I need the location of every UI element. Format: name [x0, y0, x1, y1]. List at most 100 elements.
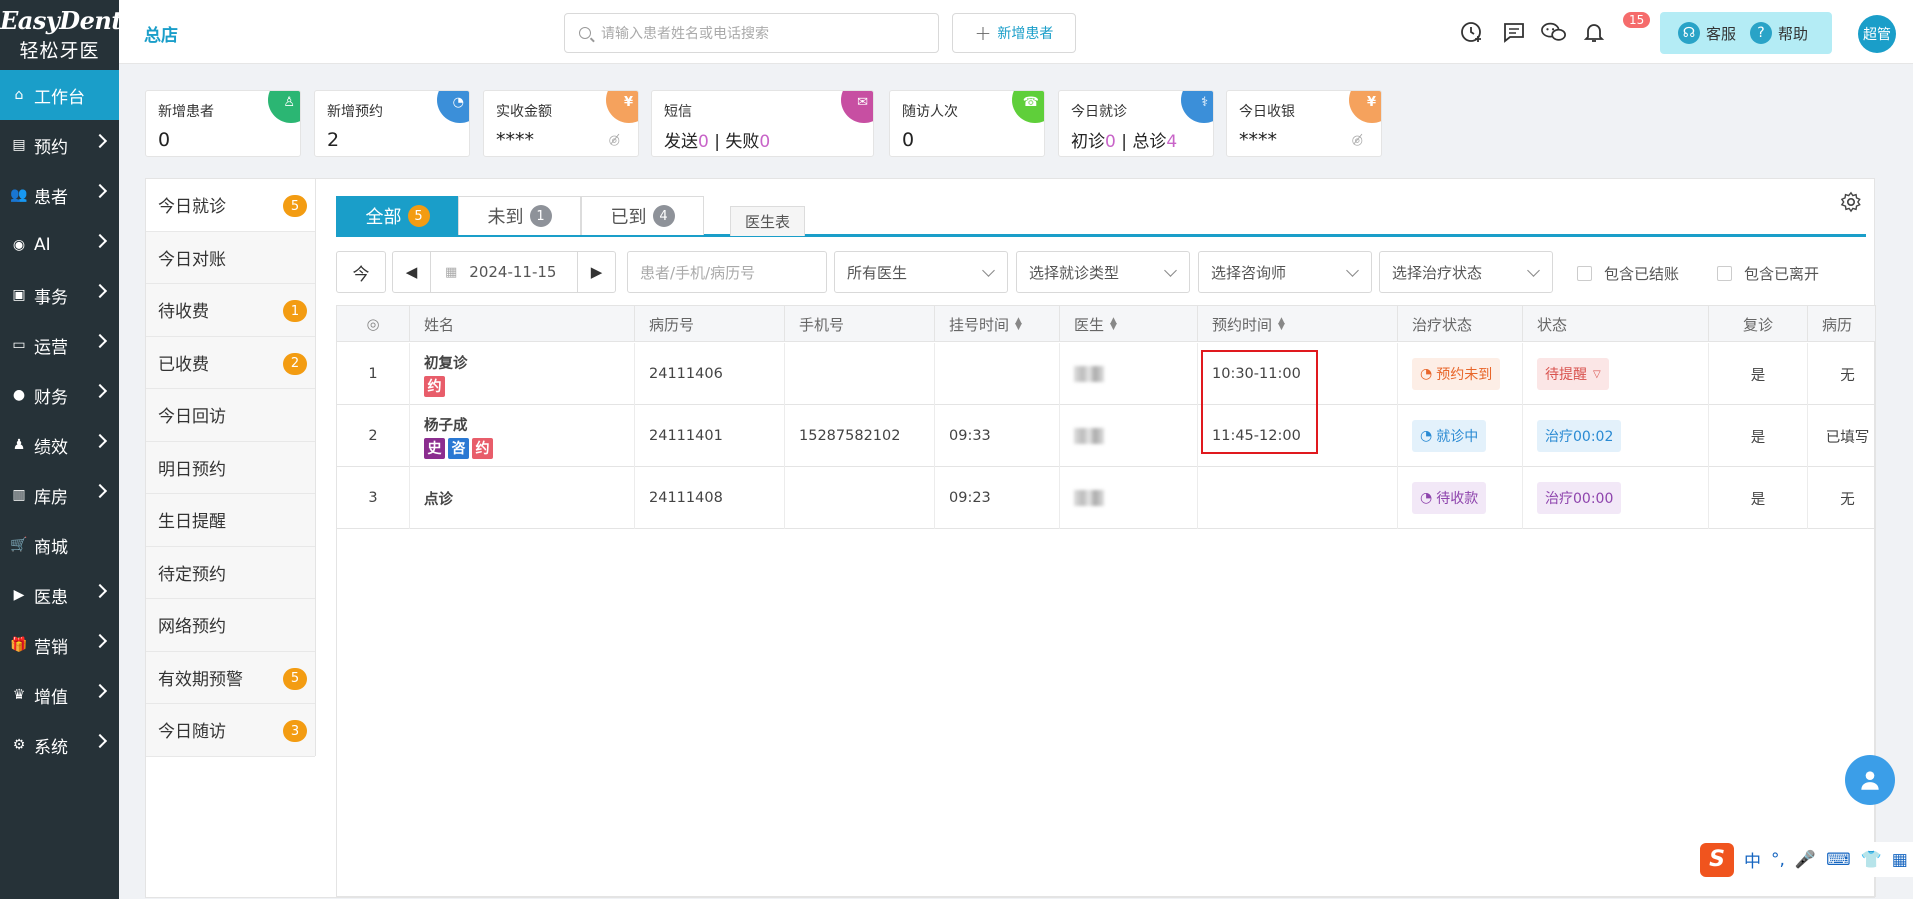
grid-icon[interactable]: ▦	[1892, 850, 1908, 870]
sogou-logo[interactable]: S	[1700, 842, 1734, 877]
left-menu-item-3[interactable]: 已收费 2	[146, 336, 315, 389]
ime-mode[interactable]: 中	[1744, 847, 1761, 872]
microphone-icon[interactable]: 🎤	[1795, 850, 1816, 870]
table-cell: 09:23	[935, 467, 1060, 529]
treatment-status-select[interactable]: 选择治疗状态	[1379, 251, 1553, 293]
left-menu-item-6[interactable]: 生日提醒	[146, 494, 315, 547]
left-menu-item-1[interactable]: 今日对账	[146, 231, 315, 284]
help-box: ☊ 客服 ? 帮助	[1660, 12, 1832, 54]
sort-icon[interactable]: ▲ ▼	[1110, 317, 1117, 332]
patient-name[interactable]: 杨子成	[424, 414, 468, 435]
stat-card-3[interactable]: 短信 发送0 | 失败0 ✉	[651, 90, 874, 157]
treatment-status-badge[interactable]: ◔ 就诊中	[1412, 420, 1487, 452]
stat-card-5[interactable]: 今日就诊 初诊0 | 总诊4 ⚕	[1058, 90, 1214, 157]
column-header[interactable]: 挂号时间 ▲ ▼	[935, 306, 1060, 342]
date-value[interactable]: 2024-11-15	[469, 263, 556, 281]
treatment-status-badge[interactable]: ◔ 预约未到	[1412, 358, 1501, 390]
patient-name[interactable]: 初复诊	[424, 352, 468, 373]
sidebar-item-12[interactable]: ♛ 增值	[0, 670, 119, 720]
search-input[interactable]: 请输入患者姓名或电话搜索	[564, 13, 939, 53]
sidebar-item-9[interactable]: 🛒 商城	[0, 520, 119, 570]
sidebar-item-4[interactable]: ▣ 事务	[0, 270, 119, 320]
status-badge[interactable]: 治疗00:02	[1537, 420, 1622, 452]
add-patient-button[interactable]: + 新增患者	[952, 13, 1076, 53]
table-row[interactable]: 2 杨子成史咨约 24111401 15287582102 09:33 11:45-12:…	[337, 405, 1875, 467]
sidebar: EasyDent 轻松牙医 ⌂ 工作台 ▤ 预约 👥 患者 ◉ AI ▣ 事务 ▭ 运营 ● 财务 ♟ 绩效 ▥…	[0, 0, 122, 899]
search-placeholder: 请输入患者姓名或电话搜索	[601, 26, 769, 42]
left-menu-item-9[interactable]: 有效期预警 5	[146, 651, 315, 704]
include-left-checkbox[interactable]: 包含已离开	[1717, 263, 1819, 284]
stat-card-4[interactable]: 随访人次 0 ☎	[889, 90, 1045, 157]
chevron-right-icon	[92, 633, 108, 649]
table-row[interactable]: 3 点诊 24111408 09:23 ◔ 待收款 治疗00:00 是 无	[337, 467, 1875, 529]
left-menu-label: 网络预约	[158, 617, 226, 638]
skin-icon[interactable]: 👕	[1861, 850, 1882, 870]
sidebar-item-10[interactable]: ▶ 医患	[0, 570, 119, 620]
target-icon: ◎	[366, 315, 380, 333]
treatment-status-badge[interactable]: ◔ 待收款	[1412, 482, 1487, 514]
eye-off-icon[interactable]: ◎̸	[1352, 133, 1363, 148]
sidebar-item-11[interactable]: 🎁 营销	[0, 620, 119, 670]
wechat-icon[interactable]	[1541, 19, 1567, 45]
sidebar-item-13[interactable]: ⚙ 系统	[0, 720, 119, 770]
sidebar-item-2[interactable]: 👥 患者	[0, 170, 119, 220]
doctor-table-tab[interactable]: 医生表	[730, 206, 805, 236]
next-day-button[interactable]: ▶	[577, 252, 615, 292]
column-header[interactable]: 预约时间 ▲ ▼	[1198, 306, 1398, 342]
help-link[interactable]: 帮助	[1778, 23, 1808, 44]
tab-1[interactable]: 未到 1	[458, 196, 581, 235]
today-button[interactable]: 今	[336, 251, 386, 293]
consultant-select[interactable]: 选择咨询师	[1198, 251, 1372, 293]
column-header-label: 治疗状态	[1412, 315, 1473, 334]
service-link[interactable]: 客服	[1706, 23, 1736, 44]
visit-type-select[interactable]: 选择就诊类型	[1016, 251, 1190, 293]
visit-type-select-value: 选择就诊类型	[1029, 263, 1120, 282]
stat-card-1[interactable]: 新增预约 2 ◔	[314, 90, 470, 157]
stat-card-6[interactable]: 今日收银 **** ¥ ◎̸	[1226, 90, 1382, 157]
store-name[interactable]: 总店	[144, 21, 178, 46]
column-header[interactable]: 医生 ▲ ▼	[1060, 306, 1198, 342]
add-appointment-icon[interactable]	[1459, 19, 1485, 45]
sidebar-item-3[interactable]: ◉ AI	[0, 220, 119, 270]
tab-2[interactable]: 已到 4	[581, 196, 704, 235]
left-menu-item-0[interactable]: 今日就诊 5	[146, 179, 315, 232]
settings-gear-icon[interactable]	[1840, 191, 1862, 213]
sort-icon[interactable]: ▲ ▼	[1015, 317, 1022, 332]
left-menu-item-10[interactable]: 今日随访 3	[146, 704, 315, 757]
status-badge[interactable]: 治疗00:00	[1537, 482, 1622, 514]
bell-icon[interactable]	[1581, 19, 1607, 45]
left-menu-item-7[interactable]: 待定预约	[146, 546, 315, 599]
eye-off-icon[interactable]: ◎̸	[609, 133, 620, 148]
left-menu-item-4[interactable]: 今日回访	[146, 389, 315, 442]
sidebar-item-0[interactable]: ⌂ 工作台	[0, 70, 119, 120]
support-fab-button[interactable]	[1845, 755, 1895, 805]
message-icon[interactable]	[1501, 19, 1527, 45]
left-menu-item-5[interactable]: 明日预约	[146, 441, 315, 494]
clock-plus-icon: ◔	[452, 95, 464, 110]
sidebar-item-6[interactable]: ● 财务	[0, 370, 119, 420]
sort-icon[interactable]: ▲ ▼	[1278, 317, 1285, 332]
row-number: 2	[368, 428, 378, 444]
prev-day-button[interactable]: ◀	[393, 252, 431, 292]
sidebar-item-1[interactable]: ▤ 预约	[0, 120, 119, 170]
tab-0[interactable]: 全部 5	[336, 196, 459, 235]
sidebar-item-8[interactable]: ▥ 库房	[0, 470, 119, 520]
table-row[interactable]: 1 初复诊约 24111406 10:30-11:00 ◔ 预约未到 待提醒 ▽ 是无	[337, 343, 1875, 405]
include-settled-checkbox[interactable]: 包含已结账	[1577, 263, 1679, 284]
ime-punct-icon[interactable]: °,	[1771, 850, 1785, 870]
left-menu-item-8[interactable]: 网络预约	[146, 599, 315, 652]
mail-icon: ✉	[857, 95, 868, 110]
patient-name[interactable]: 点诊	[424, 488, 453, 509]
stat-card-2[interactable]: 实收金额 **** ¥ ◎̸	[483, 90, 639, 157]
sidebar-item-5[interactable]: ▭ 运营	[0, 320, 119, 370]
keyboard-icon[interactable]: ⌨	[1826, 850, 1851, 870]
sidebar-item-7[interactable]: ♟ 绩效	[0, 420, 119, 470]
patient-search-input[interactable]: 患者/手机/病历号	[627, 251, 827, 293]
left-menu-item-2[interactable]: 待收费 1	[146, 284, 315, 337]
user-avatar[interactable]: 超管	[1858, 15, 1896, 53]
stat-card-0[interactable]: 新增患者 0 ♙	[145, 90, 301, 157]
status-badge[interactable]: 待提醒 ▽	[1537, 358, 1609, 390]
separator: |	[708, 132, 726, 152]
left-menu-label: 有效期预警	[158, 669, 243, 690]
doctor-select[interactable]: 所有医生	[834, 251, 1008, 293]
